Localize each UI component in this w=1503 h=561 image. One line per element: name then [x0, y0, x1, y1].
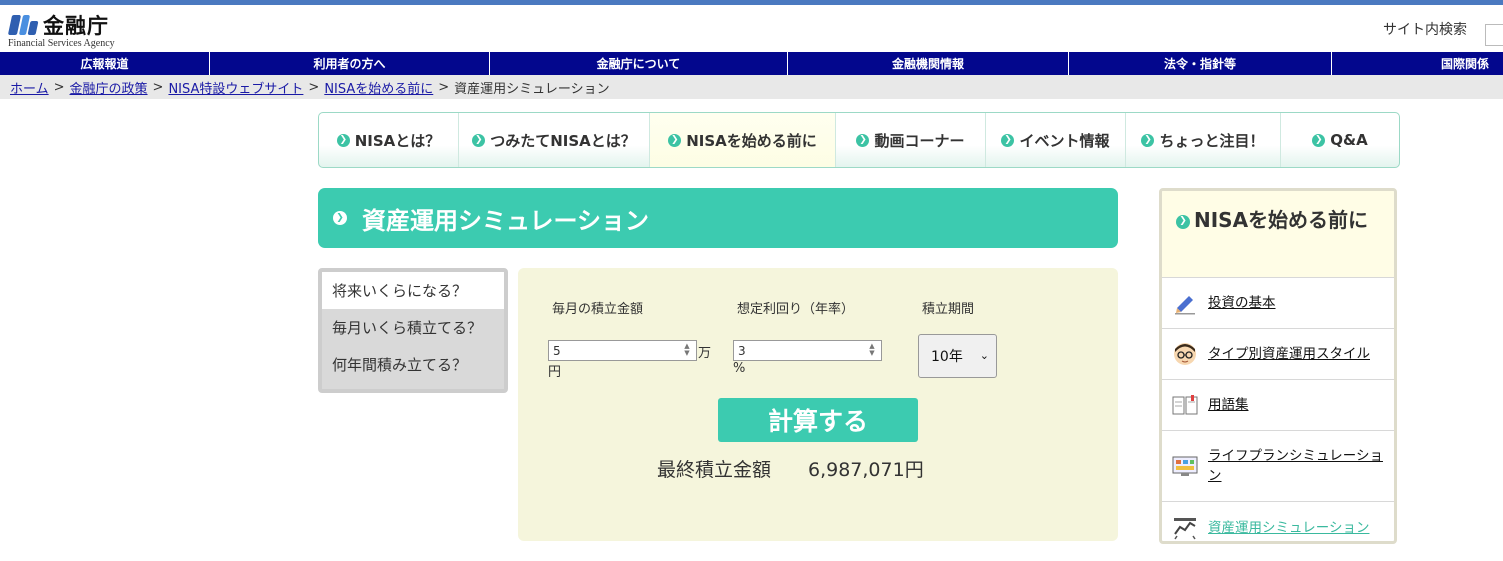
gnav-item-press[interactable]: 広報報道: [0, 52, 210, 75]
rate-unit: %: [733, 361, 746, 376]
monthly-amount-label: 毎月の積立金額: [552, 302, 644, 317]
rate-input[interactable]: 3 ▲ ▼: [733, 340, 882, 361]
gnav-item-about[interactable]: 金融庁について: [490, 52, 788, 75]
breadcrumb-home[interactable]: ホーム: [10, 78, 49, 97]
monitor-icon: [1172, 453, 1198, 479]
chevron-down-icon: ⌄: [979, 349, 989, 362]
sidebar-before-nisa: ❯ NISAを始める前に 投資の基本 タイプ別資産運用スタイル 用語集 ライフプラ…: [1159, 188, 1397, 544]
top-accent-strip: [0, 0, 1503, 5]
tab-highlights[interactable]: ❯ ちょっと注目！: [1126, 113, 1281, 167]
breadcrumb-nisa-site[interactable]: NISA特設ウェブサイト: [168, 78, 303, 97]
pencil-icon: [1172, 290, 1198, 316]
tab-tsumitate-nisa[interactable]: ❯ つみたてNISAとは？: [459, 113, 650, 167]
breadcrumb-current: 資産運用シミュレーション: [454, 81, 610, 97]
chevron-right-icon: ❯: [333, 211, 347, 225]
calculate-button[interactable]: 計算する: [718, 398, 918, 442]
fsa-logo-mark-icon: [7, 12, 39, 38]
result-label: 最終積立金額: [657, 459, 772, 481]
breadcrumb: ホーム > 金融庁の政策 > NISA特設ウェブサイト > NISAを始める前に…: [0, 75, 1503, 99]
result-value: 6,987,071円: [808, 459, 924, 481]
global-nav: 広報報道 利用者の方へ 金融庁について 金融機関情報 法令・指針等 国際関係: [0, 52, 1503, 75]
chevron-right-icon: ❯: [668, 133, 682, 147]
mode-years[interactable]: 何年間積み立てる？: [322, 346, 504, 383]
person-glasses-icon: [1172, 341, 1198, 367]
sidebar-item-style-by-type[interactable]: タイプ別資産運用スタイル: [1162, 329, 1394, 380]
sidebar-item-lifeplan-simulation[interactable]: ライフプランシミュレーション: [1162, 431, 1394, 502]
chart-icon: [1172, 515, 1198, 541]
nisa-section-tabs: ❯ NISAとは？ ❯ つみたてNISAとは？ ❯ NISAを始める前に ❯ 動画コーナ…: [318, 112, 1400, 168]
book-icon: [1172, 392, 1198, 418]
gnav-item-international[interactable]: 国際関係: [1332, 52, 1503, 75]
chevron-right-icon: ❯: [856, 133, 870, 147]
tab-video-corner[interactable]: ❯ 動画コーナー: [836, 113, 986, 167]
chevron-right-icon: ❯: [1141, 133, 1155, 147]
spinner-icon[interactable]: ▲ ▼: [680, 343, 694, 358]
tab-before-nisa[interactable]: ❯ NISAを始める前に: [650, 113, 836, 167]
breadcrumb-policy[interactable]: 金融庁の政策: [70, 78, 148, 97]
sidebar-item-investment-basics[interactable]: 投資の基本: [1162, 278, 1394, 329]
simulation-form: 毎月の積立金額 想定利回り（年率） 積立期間 5 ▲ ▼ 万 円 3 ▲ ▼ % 1…: [518, 268, 1118, 541]
simulation-mode-menu: 将来いくらになる？ 毎月いくら積立てる？ 何年間積み立てる？: [318, 268, 508, 393]
sidebar-heading: ❯ NISAを始める前に: [1162, 191, 1394, 278]
monthly-amount-input[interactable]: 5 ▲ ▼: [548, 340, 697, 361]
page-title-band: ❯ 資産運用シミュレーション: [318, 188, 1118, 248]
page-title: 資産運用シミュレーション: [362, 206, 650, 235]
chevron-right-icon: ❯: [1001, 133, 1015, 147]
logo-subtitle: Financial Services Agency: [8, 38, 115, 49]
period-select[interactable]: 10年 ⌄: [918, 334, 997, 378]
gnav-item-institutions[interactable]: 金融機関情報: [788, 52, 1069, 75]
site-search-label: サイト内検索: [1383, 22, 1467, 38]
gnav-item-laws[interactable]: 法令・指針等: [1069, 52, 1332, 75]
site-search-input[interactable]: [1485, 24, 1503, 46]
chevron-right-icon: ❯: [1176, 214, 1190, 229]
fsa-logo[interactable]: 金融庁: [7, 10, 109, 40]
gnav-item-users[interactable]: 利用者の方へ: [210, 52, 490, 75]
sidebar-item-glossary[interactable]: 用語集: [1162, 380, 1394, 431]
chevron-right-icon: ❯: [1312, 133, 1326, 147]
breadcrumb-before-nisa[interactable]: NISAを始める前に: [324, 78, 433, 97]
monthly-unit-yen: 円: [548, 365, 562, 380]
tab-nisa-about[interactable]: ❯ NISAとは？: [319, 113, 459, 167]
mode-monthly-amount[interactable]: 毎月いくら積立てる？: [322, 309, 504, 346]
mode-future-value[interactable]: 将来いくらになる？: [322, 272, 504, 309]
rate-label: 想定利回り（年率）: [737, 302, 855, 317]
sidebar-item-asset-simulation[interactable]: 資産運用シミュレーション: [1162, 502, 1394, 541]
chevron-right-icon: ❯: [472, 133, 486, 147]
tab-events[interactable]: ❯ イベント情報: [986, 113, 1126, 167]
monthly-unit-man: 万: [698, 346, 712, 361]
tab-qa[interactable]: ❯ Q&A: [1281, 113, 1399, 167]
chevron-right-icon: ❯: [336, 133, 350, 147]
period-label: 積立期間: [922, 302, 975, 317]
logo-title: 金融庁: [43, 14, 109, 38]
spinner-icon[interactable]: ▲ ▼: [865, 343, 879, 358]
